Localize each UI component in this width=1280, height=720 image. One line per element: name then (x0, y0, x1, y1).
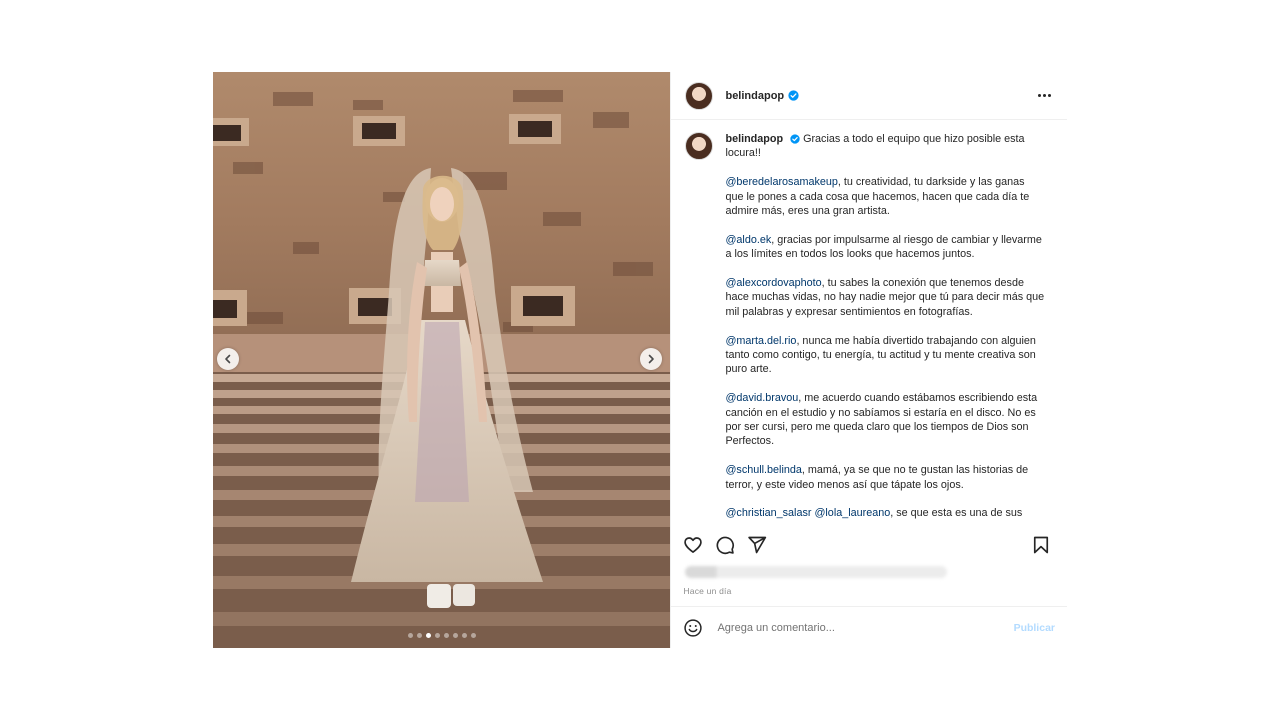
caption-avatar[interactable] (685, 132, 714, 160)
post-timestamp[interactable]: Hace un día (683, 586, 731, 596)
post-media[interactable] (213, 72, 671, 648)
post-side-panel: belindapop belindapop Gracias a todo el … (670, 72, 1067, 648)
caption-paragraph: belindapop Gracias a todo el equipo que … (725, 132, 1045, 161)
mention-link[interactable]: @david.bravou (725, 392, 798, 404)
mention-link[interactable]: @beredelarosamakeup (725, 176, 837, 188)
caption-paragraph: @beredelarosamakeup, tu creatividad, tu … (725, 175, 1045, 218)
publish-button[interactable]: Publicar (1014, 622, 1055, 634)
caption-paragraph: @marta.del.rio, nunca me había divertido… (725, 334, 1045, 377)
caption-paragraph-text: , se que esta es una de sus (890, 507, 1023, 520)
mention-link[interactable]: @marta.del.rio (725, 335, 796, 347)
mention-link[interactable]: @christian_salasr (725, 507, 811, 519)
post-caption: belindapop Gracias a todo el equipo que … (685, 132, 1053, 535)
caption-text: belindapop Gracias a todo el equipo que … (725, 132, 1045, 535)
carousel-dot (461, 633, 467, 638)
add-comment-bar: Publicar (671, 606, 1067, 649)
caption-paragraph: @schull.belinda, mamá, ya se que no te g… (725, 463, 1045, 492)
heart-icon[interactable] (683, 535, 703, 555)
post-header: belindapop (671, 72, 1067, 120)
carousel-dot (434, 633, 440, 638)
comment-icon[interactable] (715, 535, 735, 555)
comment-input[interactable] (715, 621, 1014, 635)
carousel-dot (407, 633, 413, 638)
mention-link[interactable]: @aldo.ek (725, 234, 771, 246)
more-options-icon[interactable] (1034, 90, 1055, 101)
action-bar (671, 532, 1067, 558)
mention-link[interactable]: @lola_laureano (814, 507, 890, 519)
carousel-dot (416, 633, 422, 638)
carousel-indicator (213, 633, 670, 638)
verified-badge-icon (788, 90, 799, 101)
carousel-dot (443, 633, 449, 638)
carousel-dot (452, 633, 458, 638)
carousel-dot (425, 633, 431, 638)
caption-paragraph: @alexcordovaphoto, tu sabes la conexión … (725, 276, 1045, 319)
mention-link[interactable]: @alexcordovaphoto (725, 277, 821, 289)
verified-badge-icon (790, 134, 800, 144)
likes-summary-blurred (685, 566, 948, 578)
emoji-icon[interactable] (683, 618, 703, 638)
post-dialog: belindapop belindapop Gracias a todo el … (213, 72, 1067, 648)
caption-username[interactable]: belindapop (725, 133, 783, 145)
caption-paragraph-text: , gracias por impulsarme al riesgo de ca… (725, 233, 1042, 261)
avatar[interactable] (685, 81, 714, 110)
caption-paragraph: @david.bravou, me acuerdo cuando estábam… (725, 391, 1045, 449)
share-icon[interactable] (747, 535, 767, 555)
previous-slide-button[interactable] (217, 348, 239, 370)
chevron-right-icon (649, 354, 655, 364)
header-username[interactable]: belindapop (725, 90, 784, 102)
comments-area[interactable]: belindapop Gracias a todo el equipo que … (671, 120, 1067, 536)
carousel-dot (470, 633, 476, 638)
post-photo (213, 72, 671, 648)
caption-paragraph: @aldo.ek, gracias por impulsarme al ries… (725, 233, 1045, 262)
bookmark-icon[interactable] (1031, 535, 1051, 555)
chevron-left-icon (225, 354, 231, 364)
caption-paragraph: @christian_salasr @lola_laureano, se que… (725, 506, 1045, 520)
mention-link[interactable]: @schull.belinda (725, 464, 801, 476)
